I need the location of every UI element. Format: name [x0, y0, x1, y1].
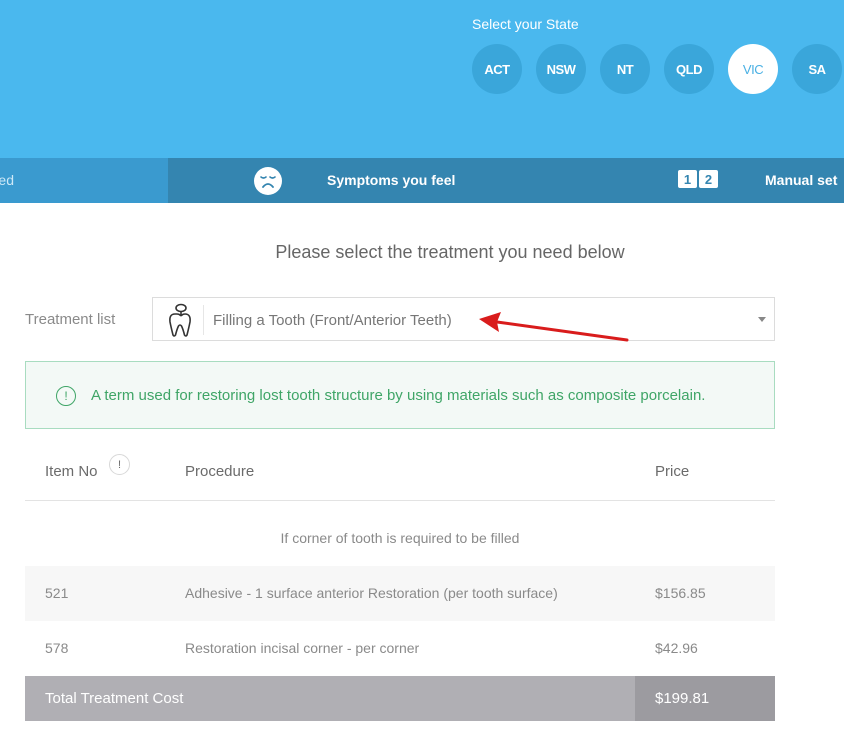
state-selector-title: Select your State	[472, 16, 579, 32]
treatment-description: A term used for restoring lost tooth str…	[91, 387, 706, 404]
sad-face-icon	[254, 167, 282, 195]
total-label: Total Treatment Cost	[45, 690, 184, 707]
state-button-sa[interactable]: SA	[792, 44, 842, 94]
total-row: Total Treatment Cost $199.81	[25, 676, 775, 721]
column-header-price: Price	[655, 463, 690, 480]
help-icon[interactable]: !	[109, 454, 130, 475]
step-previous-label: ed	[0, 172, 14, 188]
table-row: 521 Adhesive - 1 surface anterior Restor…	[25, 566, 775, 621]
procedure-price: $156.85	[655, 585, 706, 601]
state-hero: Select your State ACT NSW NT QLD VIC SA	[0, 0, 844, 158]
header-divider	[25, 500, 775, 501]
step-tab-manual[interactable]: Manual set	[765, 172, 837, 188]
step-navigation: ed Symptoms you feel 1 2 Manual set	[0, 158, 844, 203]
treatment-info-box: ! A term used for restoring lost tooth s…	[25, 361, 775, 429]
digit-box: 2	[699, 170, 718, 188]
chevron-down-icon[interactable]	[758, 317, 766, 322]
treatment-list-label: Treatment list	[25, 311, 116, 328]
procedure-name: Restoration incisal corner - per corner	[185, 640, 420, 656]
state-button-vic[interactable]: VIC	[728, 44, 778, 94]
table-row: 578 Restoration incisal corner - per cor…	[25, 621, 775, 676]
treatment-select-value: Filling a Tooth (Front/Anterior Teeth)	[213, 312, 452, 329]
treatment-select[interactable]: Filling a Tooth (Front/Anterior Teeth)	[152, 297, 775, 341]
digit-box: 1	[678, 170, 697, 188]
page-heading: Please select the treatment you need bel…	[275, 242, 625, 262]
procedure-group-label: If corner of tooth is required to be fil…	[280, 530, 520, 546]
numbers-1-2-icon: 1 2	[678, 170, 718, 188]
select-divider	[203, 305, 204, 335]
exclamation-circle-icon: !	[56, 386, 76, 406]
procedure-name: Adhesive - 1 surface anterior Restoratio…	[185, 585, 558, 601]
procedure-price: $42.96	[655, 640, 698, 656]
state-buttons: ACT NSW NT QLD VIC SA	[472, 44, 842, 94]
item-number: 521	[45, 585, 69, 601]
total-price: $199.81	[655, 690, 710, 707]
state-button-qld[interactable]: QLD	[664, 44, 714, 94]
tooth-filling-icon	[169, 303, 191, 337]
item-number: 578	[45, 640, 69, 656]
step-tab-previous[interactable]: ed	[0, 158, 168, 203]
total-price-cell: $199.81	[635, 676, 775, 721]
column-header-procedure: Procedure	[185, 463, 255, 480]
step-tab-symptoms[interactable]: Symptoms you feel	[327, 172, 455, 188]
column-header-item-no: Item No	[45, 463, 98, 480]
state-button-nsw[interactable]: NSW	[536, 44, 586, 94]
state-button-act[interactable]: ACT	[472, 44, 522, 94]
state-button-nt[interactable]: NT	[600, 44, 650, 94]
